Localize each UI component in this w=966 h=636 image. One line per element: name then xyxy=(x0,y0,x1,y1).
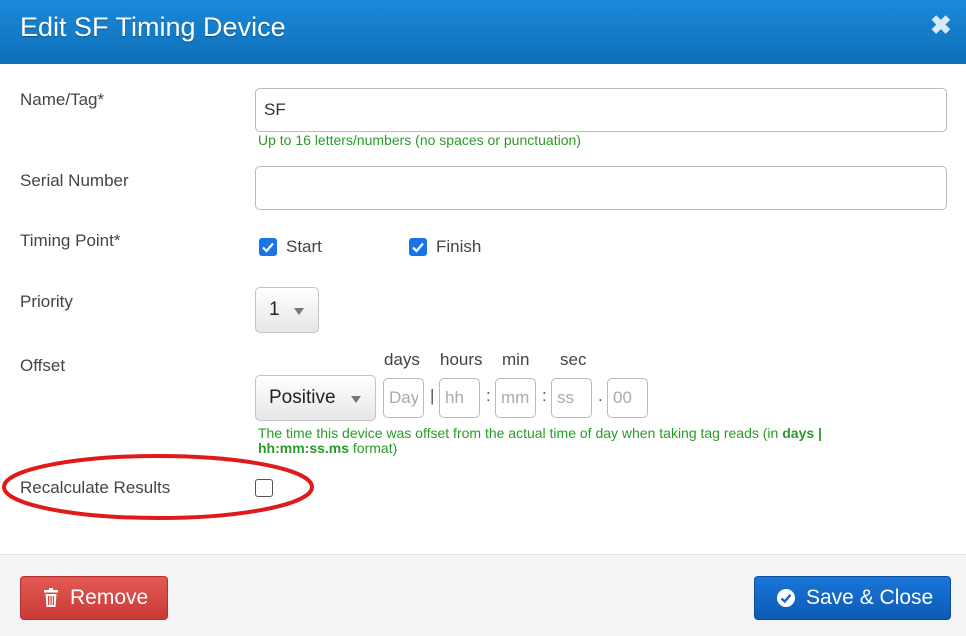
sec-header: sec xyxy=(560,350,587,369)
check-circle-icon xyxy=(777,589,795,607)
hours-header: hours xyxy=(440,350,483,369)
offset-separator: : xyxy=(486,386,491,405)
offset-min-input[interactable] xyxy=(495,378,536,418)
offset-ms-input[interactable] xyxy=(607,378,648,418)
offset-sign-select[interactable]: Positive xyxy=(255,375,376,421)
offset-days-input[interactable] xyxy=(383,378,424,418)
finish-label: Finish xyxy=(436,237,482,256)
caret-down-icon xyxy=(294,308,304,315)
offset-sec-input[interactable] xyxy=(551,378,592,418)
name-tag-input[interactable] xyxy=(255,88,947,132)
offset-sign-value: Positive xyxy=(269,387,336,408)
start-checkbox[interactable] xyxy=(259,238,277,256)
serial-number-input[interactable] xyxy=(255,166,947,210)
save-close-label: Save & Close xyxy=(806,586,934,609)
annotation-ellipse xyxy=(2,454,314,520)
checkmark-icon xyxy=(412,242,424,253)
offset-separator: . xyxy=(598,386,603,405)
offset-separator: | xyxy=(430,386,435,405)
offset-help-suffix: format) xyxy=(349,440,398,456)
priority-value: 1 xyxy=(269,299,280,320)
remove-label: Remove xyxy=(70,586,149,609)
trash-icon xyxy=(43,588,59,608)
save-close-button[interactable]: Save & Close xyxy=(754,576,951,620)
priority-select[interactable]: 1 xyxy=(255,287,319,333)
serial-number-label: Serial Number xyxy=(20,171,129,190)
finish-checkbox[interactable] xyxy=(409,238,427,256)
start-label: Start xyxy=(286,237,322,256)
remove-button[interactable]: Remove xyxy=(20,576,168,620)
name-tag-label: Name/Tag* xyxy=(20,90,105,109)
caret-down-icon xyxy=(351,396,361,403)
checkmark-icon xyxy=(262,242,274,253)
min-header: min xyxy=(502,350,530,369)
dialog-header: Edit SF Timing Device ✖ xyxy=(0,0,966,64)
days-header: days xyxy=(384,350,420,369)
priority-label: Priority xyxy=(20,292,73,311)
offset-label: Offset xyxy=(20,356,66,375)
offset-help: The time this device was offset from the… xyxy=(258,426,898,456)
name-tag-help: Up to 16 letters/numbers (no spaces or p… xyxy=(258,132,581,148)
offset-hours-input[interactable] xyxy=(439,378,480,418)
timing-point-label: Timing Point* xyxy=(20,231,121,250)
offset-separator: : xyxy=(542,386,547,405)
dialog-title: Edit SF Timing Device xyxy=(20,12,286,42)
offset-help-prefix: The time this device was offset from the… xyxy=(258,425,783,441)
close-icon[interactable]: ✖ xyxy=(930,10,952,40)
